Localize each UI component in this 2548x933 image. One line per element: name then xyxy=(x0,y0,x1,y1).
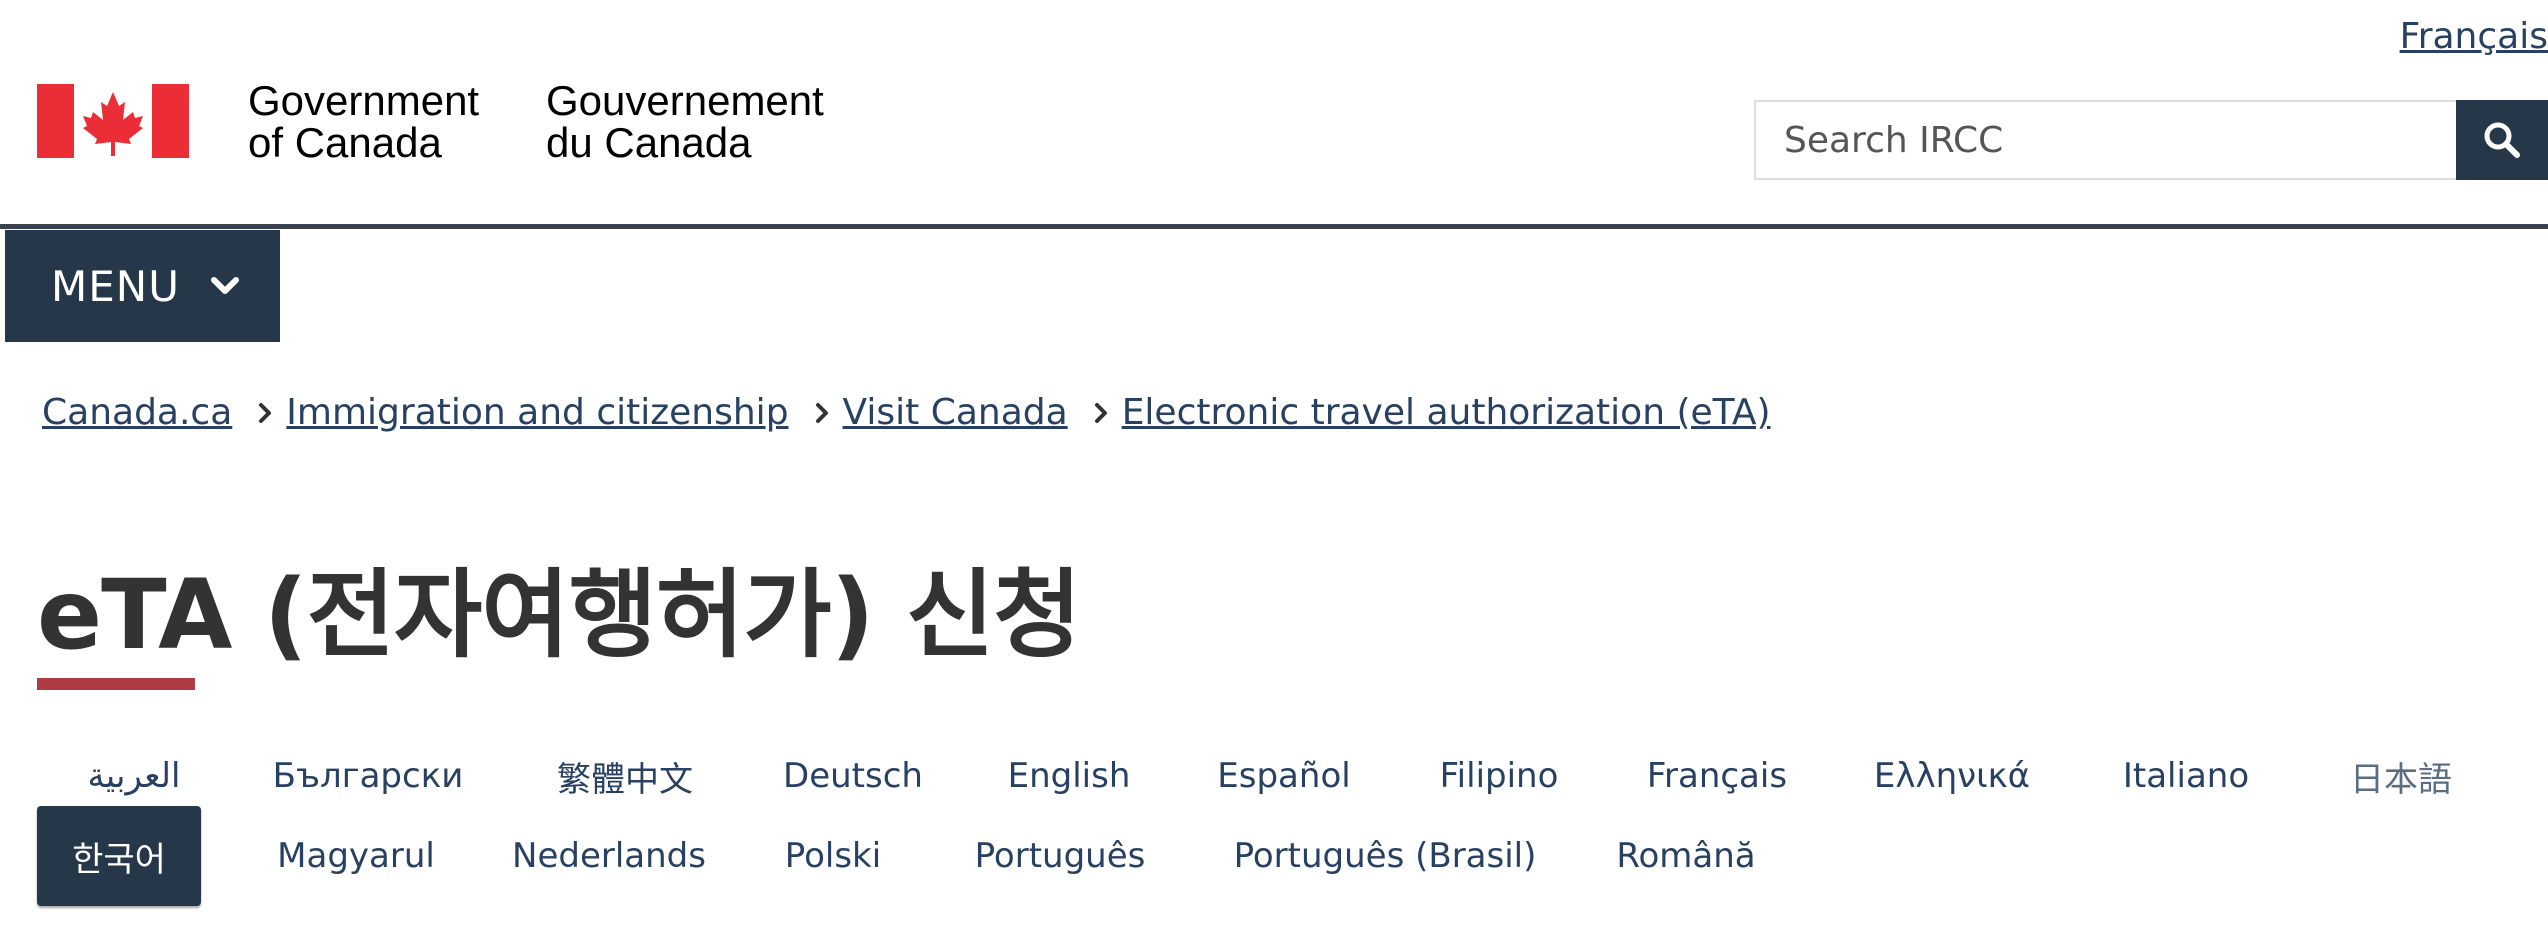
language-link-portuguese-brazil[interactable]: Português (Brasil) xyxy=(1191,806,1579,906)
language-toggle-link[interactable]: Français xyxy=(2400,16,2548,57)
chevron-right-icon xyxy=(259,402,272,423)
signature-fr-line1: Gouvernement xyxy=(546,77,824,124)
title-underline xyxy=(37,678,195,690)
language-link-italian[interactable]: Italiano xyxy=(2077,726,2295,826)
signature-fr-line2: du Canada xyxy=(546,119,752,166)
breadcrumb-link-immigration[interactable]: Immigration and citizenship xyxy=(286,392,788,433)
breadcrumb: Canada.ca Immigration and citizenship Vi… xyxy=(42,392,1771,433)
language-link-romanian[interactable]: Română xyxy=(1579,806,1793,906)
language-link-polish[interactable]: Polski xyxy=(737,806,929,906)
menu-label: MENU xyxy=(51,261,180,311)
page-title: eTA (전자여행허가) 신청 xyxy=(37,559,1082,671)
header-divider xyxy=(0,224,2548,229)
signature-en-line1: Government xyxy=(248,77,480,124)
chevron-right-icon xyxy=(815,402,828,423)
breadcrumb-link-canada[interactable]: Canada.ca xyxy=(42,392,232,433)
canada-flag-logo[interactable] xyxy=(37,84,189,158)
menu-button[interactable]: MENU xyxy=(5,230,280,342)
signature-en-line2: of Canada xyxy=(248,119,442,166)
search-button[interactable] xyxy=(2456,100,2548,180)
language-link-greek[interactable]: Ελληνικά xyxy=(1827,726,2077,826)
chevron-down-icon xyxy=(210,277,239,294)
language-list-row-2: 한국어 Magyarul Nederlands Polski Português… xyxy=(37,806,1793,906)
breadcrumb-link-visit[interactable]: Visit Canada xyxy=(843,392,1068,433)
search-form xyxy=(1754,100,2548,180)
search-icon xyxy=(2484,122,2520,158)
canada-flag-icon xyxy=(37,84,189,158)
language-link-portuguese[interactable]: Português xyxy=(929,806,1191,906)
language-link-hungarian[interactable]: Magyarul xyxy=(231,806,481,906)
search-input[interactable] xyxy=(1754,100,2456,180)
breadcrumb-link-eta[interactable]: Electronic travel authorization (eTA) xyxy=(1122,392,1771,433)
language-link-japanese[interactable]: 日本語 xyxy=(2295,726,2507,826)
signature-english: Government of Canada xyxy=(248,80,479,164)
signature-french: Gouvernement du Canada xyxy=(546,80,824,164)
language-link-dutch[interactable]: Nederlands xyxy=(481,806,737,906)
language-link-korean-current[interactable]: 한국어 xyxy=(37,806,201,906)
chevron-right-icon xyxy=(1094,402,1107,423)
